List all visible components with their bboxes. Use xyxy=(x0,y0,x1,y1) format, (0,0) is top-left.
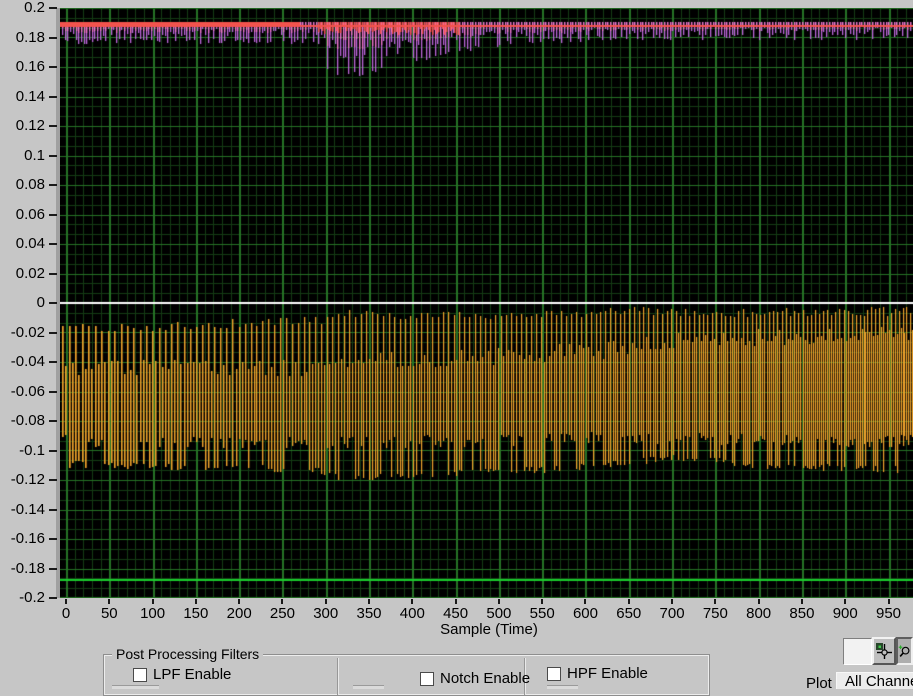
x-tick-mark xyxy=(238,599,240,604)
cutoff-control-2 xyxy=(353,685,384,689)
y-tick-label: -0.06 xyxy=(0,383,45,401)
y-tick-label: 0.18 xyxy=(0,29,45,47)
x-tick-mark xyxy=(714,599,716,604)
y-tick-mark xyxy=(49,96,57,98)
y-tick-mark xyxy=(49,332,57,334)
y-tick-mark xyxy=(49,302,57,304)
y-tick-label: -0.08 xyxy=(0,412,45,430)
y-tick-mark xyxy=(49,66,57,68)
x-tick-mark xyxy=(584,599,586,604)
x-tick-mark xyxy=(411,599,413,604)
x-tick-mark xyxy=(758,599,760,604)
y-tick-mark xyxy=(49,243,57,245)
lpf-checkbox-box[interactable] xyxy=(133,668,147,682)
lpf-checkbox-label: LPF Enable xyxy=(153,666,231,683)
notch-enable-checkbox[interactable]: Notch Enable xyxy=(420,670,530,687)
hpf-checkbox-box[interactable] xyxy=(547,667,561,681)
y-tick-mark xyxy=(49,538,57,540)
y-tick-mark xyxy=(49,450,57,452)
y-tick-mark xyxy=(49,273,57,275)
labview-front-panel: { "graph": { "xlabel": "Sample (Time)", … xyxy=(0,0,913,688)
x-tick-mark xyxy=(888,599,890,604)
x-tick-mark xyxy=(455,599,457,604)
notch-checkbox-box[interactable] xyxy=(420,672,434,686)
y-tick-label: -0.1 xyxy=(0,442,45,460)
y-tick-label: 0.04 xyxy=(0,235,45,253)
lpf-enable-checkbox[interactable]: LPF Enable xyxy=(133,666,231,683)
y-tick-mark xyxy=(49,597,57,599)
y-tick-label: 0.02 xyxy=(0,265,45,283)
y-tick-label: 0.16 xyxy=(0,58,45,76)
x-tick-mark xyxy=(844,599,846,604)
x-tick-mark xyxy=(368,599,370,604)
x-tick-label: 950 xyxy=(859,605,913,622)
y-tick-label: 0 xyxy=(0,294,45,312)
y-tick-label: 0.2 xyxy=(0,0,45,17)
x-tick-mark xyxy=(65,599,67,604)
x-tick-mark xyxy=(801,599,803,604)
notch-checkbox-label: Notch Enable xyxy=(440,670,530,687)
y-tick-mark xyxy=(49,391,57,393)
hpf-checkbox-label: HPF Enable xyxy=(567,665,648,682)
y-tick-label: -0.16 xyxy=(0,530,45,548)
y-tick-label: -0.04 xyxy=(0,353,45,371)
x-tick-mark xyxy=(671,599,673,604)
y-tick-mark xyxy=(49,361,57,363)
x-tick-mark xyxy=(325,599,327,604)
x-tick-mark xyxy=(108,599,110,604)
y-tick-label: 0.08 xyxy=(0,176,45,194)
waveform-plot-canvas[interactable] xyxy=(60,8,913,598)
group-separator-1 xyxy=(337,658,338,695)
graph-tools-display xyxy=(843,638,872,665)
groupbox-title: Post Processing Filters xyxy=(112,646,263,662)
x-tick-mark xyxy=(628,599,630,604)
x-tick-mark xyxy=(195,599,197,604)
y-tick-mark xyxy=(49,509,57,511)
y-tick-mark xyxy=(49,568,57,570)
cutoff-control-1 xyxy=(112,685,159,689)
cutoff-control-3 xyxy=(547,685,578,689)
zoom-magnifier-icon xyxy=(898,642,911,660)
plot-channel-dropdown[interactable]: All Channel xyxy=(836,672,913,689)
cursor-tool-button[interactable] xyxy=(872,637,896,665)
y-tick-mark xyxy=(49,479,57,481)
y-tick-mark xyxy=(49,155,57,157)
y-tick-label: -0.02 xyxy=(0,324,45,342)
y-tick-mark xyxy=(49,125,57,127)
x-tick-mark xyxy=(281,599,283,604)
y-tick-label: 0.14 xyxy=(0,88,45,106)
y-tick-mark xyxy=(49,7,57,9)
x-tick-mark xyxy=(498,599,500,604)
x-axis-title: Sample (Time) xyxy=(389,621,589,638)
y-tick-label: -0.12 xyxy=(0,471,45,489)
y-tick-label: 0.12 xyxy=(0,117,45,135)
zoom-tool-button[interactable] xyxy=(896,637,913,665)
hpf-enable-checkbox[interactable]: HPF Enable xyxy=(547,665,648,682)
y-tick-mark xyxy=(49,420,57,422)
x-tick-mark xyxy=(152,599,154,604)
y-tick-label: -0.18 xyxy=(0,560,45,578)
cursor-crosshair-icon xyxy=(875,642,893,660)
y-tick-label: -0.14 xyxy=(0,501,45,519)
y-tick-mark xyxy=(49,214,57,216)
y-tick-label: 0.1 xyxy=(0,147,45,165)
y-tick-mark xyxy=(49,184,57,186)
y-tick-mark xyxy=(49,37,57,39)
plot-selector-label: Plot xyxy=(806,675,832,692)
plot-channel-value: All Channel xyxy=(845,673,913,690)
y-tick-label: 0.06 xyxy=(0,206,45,224)
x-tick-mark xyxy=(541,599,543,604)
